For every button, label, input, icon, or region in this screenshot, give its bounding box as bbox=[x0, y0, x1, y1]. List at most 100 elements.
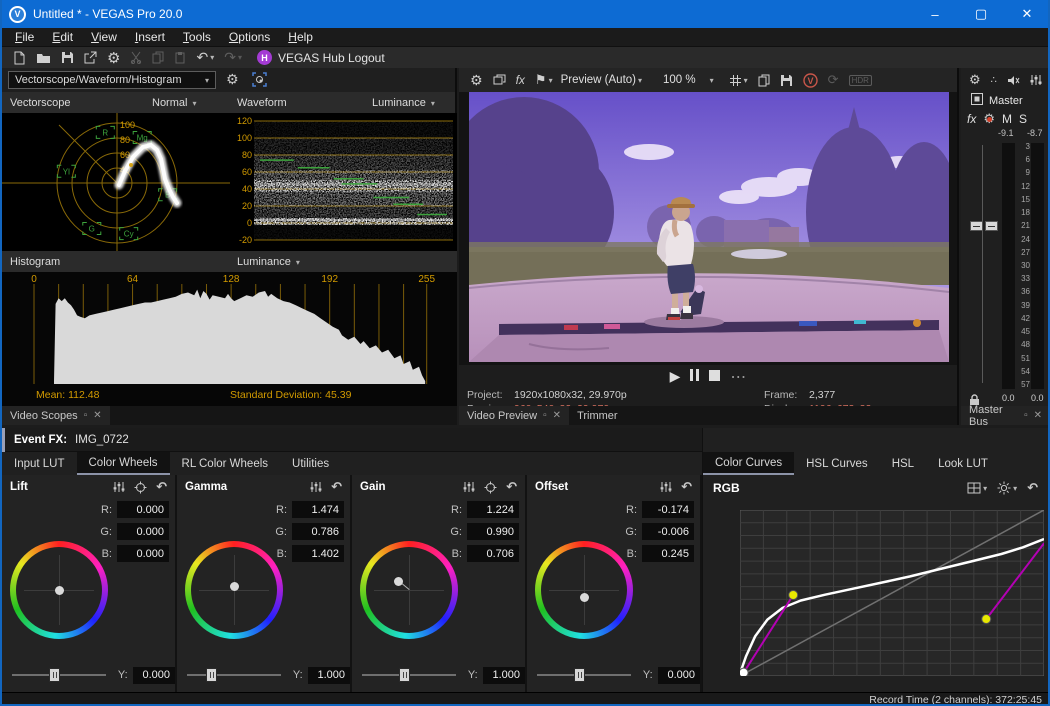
curve-channel-select-icon[interactable]: ▾ bbox=[967, 482, 987, 494]
y-slider[interactable] bbox=[187, 668, 281, 682]
minimize-button[interactable]: – bbox=[912, 0, 958, 28]
wheel-r-field[interactable]: -0.174 bbox=[642, 501, 694, 518]
wheel-y-field[interactable]: 1.000 bbox=[483, 667, 525, 684]
paste-icon[interactable] bbox=[174, 51, 186, 64]
mixer-sliders-icon[interactable] bbox=[1030, 74, 1042, 86]
wheel-y-field[interactable]: 1.000 bbox=[308, 667, 350, 684]
wheel-sliders-icon[interactable] bbox=[113, 481, 125, 493]
tab-utilities[interactable]: Utilities bbox=[280, 452, 341, 475]
settings-gear-icon[interactable]: ⚙ bbox=[107, 49, 120, 67]
wheel-undo-icon[interactable]: ↶ bbox=[681, 479, 692, 495]
mute-button[interactable]: M bbox=[1002, 112, 1012, 126]
zoom-level-dropdown[interactable]: 100 %▾ bbox=[663, 74, 714, 86]
open-project-icon[interactable] bbox=[36, 51, 51, 64]
preview-settings-gear-icon[interactable]: ⚙ bbox=[470, 72, 483, 89]
wheel-r-field[interactable]: 0.000 bbox=[117, 501, 169, 518]
wheel-undo-icon[interactable]: ↶ bbox=[156, 479, 167, 495]
wheel-handle[interactable] bbox=[394, 577, 403, 586]
wheel-g-field[interactable]: -0.006 bbox=[642, 523, 694, 540]
tab-video-preview[interactable]: Video Preview ▫ ✕ bbox=[459, 406, 569, 425]
transport-more-button[interactable]: ⋯ bbox=[730, 367, 746, 387]
tab-master-bus[interactable]: Master Bus ▫ ✕ bbox=[961, 406, 1050, 425]
y-slider[interactable] bbox=[362, 668, 456, 682]
tab-color-wheels[interactable]: Color Wheels bbox=[77, 452, 170, 475]
curve-undo-icon[interactable]: ↶ bbox=[1027, 480, 1038, 496]
vegas-hub-avatar[interactable]: H bbox=[257, 50, 272, 65]
tab-color-curves[interactable]: Color Curves bbox=[703, 452, 794, 475]
popout-icon[interactable]: ▫ bbox=[1024, 410, 1028, 421]
menu-view[interactable]: View bbox=[82, 29, 126, 45]
master-fx-button[interactable]: fx bbox=[967, 112, 976, 126]
wheel-g-field[interactable]: 0.000 bbox=[117, 523, 169, 540]
volume-right[interactable]: 0.0 bbox=[1031, 393, 1044, 403]
fader-handle-right[interactable] bbox=[985, 221, 998, 231]
wheel-g-field[interactable]: 0.990 bbox=[467, 523, 519, 540]
tab-hsl-curves[interactable]: HSL Curves bbox=[794, 452, 880, 475]
mixer-settings-gear-icon[interactable]: ⚙ bbox=[969, 72, 981, 88]
wheel-g-field[interactable]: 0.786 bbox=[292, 523, 344, 540]
menu-help[interactable]: Help bbox=[279, 29, 322, 45]
vegas-hub-logout-button[interactable]: VEGAS Hub Logout bbox=[278, 51, 385, 65]
histogram-mode-dropdown[interactable]: Luminance▾ bbox=[237, 256, 300, 268]
wheel-b-field[interactable]: 0.000 bbox=[117, 545, 169, 562]
wheel-r-field[interactable]: 1.224 bbox=[467, 501, 519, 518]
y-slider[interactable] bbox=[12, 668, 106, 682]
automation-icon[interactable]: ⚙ bbox=[983, 111, 995, 127]
wheel-undo-icon[interactable]: ↶ bbox=[506, 479, 517, 495]
wheel-undo-icon[interactable]: ↶ bbox=[331, 479, 342, 495]
cut-icon[interactable] bbox=[130, 51, 142, 64]
wheel-handle[interactable] bbox=[230, 582, 239, 591]
close-tab-icon[interactable]: ✕ bbox=[93, 410, 101, 421]
waveform-mode-dropdown[interactable]: Luminance▾ bbox=[372, 97, 435, 109]
tab-video-scopes[interactable]: Video Scopes ▫ ✕ bbox=[2, 406, 110, 425]
undo-icon[interactable]: ↶▾ bbox=[196, 49, 214, 66]
copy-frame-icon[interactable] bbox=[758, 74, 770, 87]
close-tab-icon[interactable]: ✕ bbox=[553, 410, 561, 421]
save-snapshot-icon[interactable] bbox=[780, 74, 793, 87]
tab-look-lut[interactable]: Look LUT bbox=[926, 452, 1000, 475]
brightness-icon[interactable]: ▾ bbox=[997, 481, 1017, 495]
wheel-target-icon[interactable] bbox=[134, 481, 147, 494]
grid-overlay-icon[interactable]: ▾ bbox=[729, 74, 748, 87]
y-slider[interactable] bbox=[537, 668, 631, 682]
color-wheel[interactable] bbox=[10, 541, 108, 639]
project-properties-icon[interactable] bbox=[84, 51, 97, 64]
wheel-y-field[interactable]: 0.000 bbox=[658, 667, 700, 684]
scope-settings-gear-icon[interactable]: ⚙ bbox=[226, 71, 239, 88]
wheel-target-icon[interactable] bbox=[484, 481, 497, 494]
hdr-icon[interactable]: HDR bbox=[849, 75, 872, 86]
wheel-sliders-icon[interactable] bbox=[310, 481, 322, 493]
volume-left[interactable]: 0.0 bbox=[1002, 393, 1015, 403]
scope-preset-dropdown[interactable]: Vectorscope/Waveform/Histogram ▾ bbox=[8, 71, 216, 89]
video-360-icon[interactable]: ⟳ bbox=[828, 72, 839, 88]
wheel-sliders-icon[interactable] bbox=[463, 481, 475, 493]
wheel-r-field[interactable]: 1.474 bbox=[292, 501, 344, 518]
redo-icon[interactable]: ↷▾ bbox=[224, 49, 242, 66]
play-button[interactable]: ▶ bbox=[670, 368, 681, 385]
color-wheel[interactable] bbox=[185, 541, 283, 639]
wheel-handle[interactable] bbox=[580, 593, 589, 602]
region-flag-icon[interactable]: ⚑▾ bbox=[535, 72, 553, 88]
copy-icon[interactable] bbox=[152, 51, 164, 64]
fader-handle-left[interactable] bbox=[970, 221, 983, 231]
wheel-sliders-icon[interactable] bbox=[660, 481, 672, 493]
menu-tools[interactable]: Tools bbox=[174, 29, 220, 45]
wheel-b-field[interactable]: 1.402 bbox=[292, 545, 344, 562]
maximize-button[interactable]: ▢ bbox=[958, 0, 1004, 28]
color-wheel[interactable] bbox=[535, 541, 633, 639]
scope-snapshot-icon[interactable] bbox=[252, 72, 267, 92]
meter-options-icon[interactable]: ∴ bbox=[991, 75, 997, 86]
menu-file[interactable]: File bbox=[6, 29, 43, 45]
preview-device-icon[interactable] bbox=[493, 74, 506, 86]
solo-button[interactable]: S bbox=[1019, 112, 1027, 126]
new-project-icon[interactable] bbox=[13, 51, 26, 65]
tab-rl-color-wheels[interactable]: RL Color Wheels bbox=[170, 452, 281, 475]
close-tab-icon[interactable]: ✕ bbox=[1034, 410, 1042, 421]
color-wheel[interactable] bbox=[360, 541, 458, 639]
vegas-capture-icon[interactable]: V bbox=[803, 73, 818, 88]
wheel-b-field[interactable]: 0.245 bbox=[642, 545, 694, 562]
bus-view-icon[interactable] bbox=[971, 92, 983, 110]
stop-button[interactable] bbox=[709, 368, 720, 386]
wheel-b-field[interactable]: 0.706 bbox=[467, 545, 519, 562]
wheel-handle[interactable] bbox=[55, 586, 64, 595]
